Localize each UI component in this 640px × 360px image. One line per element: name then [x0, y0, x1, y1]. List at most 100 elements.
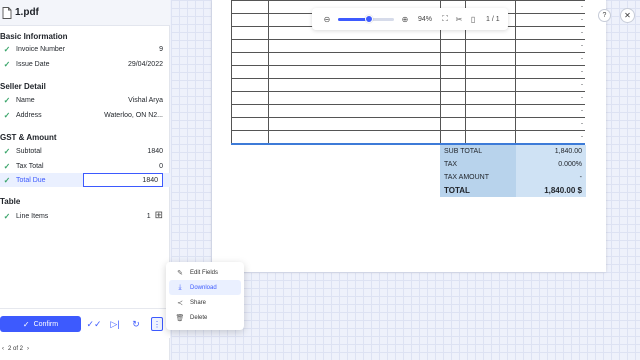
field-label: Line Items: [16, 212, 49, 220]
section-title-gst-amount: GST & Amount: [0, 133, 57, 142]
table-cell: [231, 52, 269, 66]
totals-label: TAX AMOUNT: [440, 171, 516, 184]
row-amount: -: [514, 39, 585, 53]
field-invoice-number[interactable]: ✓ Invoice Number 9: [0, 42, 170, 56]
table-cell: [231, 0, 269, 14]
row-amount: -: [514, 52, 585, 66]
menu-item-edit-fields[interactable]: ✎ Edit Fields: [169, 265, 241, 280]
menu-item-share[interactable]: ≺ Share: [169, 295, 241, 310]
field-name[interactable]: ✓ Name Vishal Arya: [0, 93, 170, 107]
table-cell: [439, 91, 466, 105]
menu-item-label: Download: [190, 284, 217, 291]
row-amount: -: [514, 0, 585, 14]
menu-item-label: Share: [190, 299, 207, 306]
field-value: 1840: [147, 147, 163, 155]
pencil-icon: ✎: [177, 269, 183, 277]
check-all-icon[interactable]: ✓✓: [86, 318, 101, 330]
menu-item-delete[interactable]: 🗑 Delete: [169, 310, 241, 325]
download-icon: ⤓: [178, 283, 182, 291]
totals-label: TOTAL: [440, 184, 516, 197]
totals-value: 1,840.00 $: [516, 184, 586, 197]
menu-item-label: Edit Fields: [190, 269, 219, 276]
field-subtotal[interactable]: ✓ Subtotal 1840: [0, 144, 170, 158]
field-label: Tax Total: [16, 162, 44, 170]
total-due-input[interactable]: 1840: [83, 173, 163, 187]
field-label: Total Due: [16, 176, 46, 184]
doc-table-row: -: [231, 91, 585, 105]
table-cell: [439, 117, 466, 131]
table-cell: [267, 117, 441, 131]
check-icon: ✓: [3, 161, 11, 171]
field-line-items[interactable]: ✓ Line Items 1 ⊞: [0, 209, 170, 223]
check-icon: ✓: [3, 146, 11, 156]
table-cell: [439, 65, 466, 79]
zoom-in-icon[interactable]: ⊕: [398, 15, 412, 24]
confirm-label: Confirm: [33, 320, 59, 328]
more-options-button[interactable]: ⋮: [151, 317, 163, 331]
totals-value: 1,840.00: [516, 145, 586, 158]
doc-table-row: -: [231, 65, 585, 79]
check-icon: ✓: [3, 44, 11, 54]
file-header: 1.pdf: [0, 0, 170, 26]
doc-table-row: -: [231, 117, 585, 131]
action-bar: ✓ Confirm ✓✓ ▷| ↻ ⋮: [0, 308, 170, 338]
row-amount: -: [514, 26, 585, 40]
zoom-slider[interactable]: [338, 14, 394, 23]
pagination: ‹ 2 of 2 ›: [2, 346, 29, 352]
close-button[interactable]: ✕: [620, 8, 635, 23]
field-value: 29/04/2022: [127, 60, 163, 68]
table-cell: [267, 52, 441, 66]
field-label: Invoice Number: [16, 45, 66, 53]
row-amount: -: [514, 104, 585, 118]
table-cell: [464, 52, 516, 66]
doc-table-row: -: [231, 39, 585, 53]
doc-table-row: -: [231, 78, 585, 92]
table-cell: [439, 78, 466, 92]
zoom-slider-handle[interactable]: [364, 14, 373, 23]
table-cell: [231, 39, 269, 53]
table-cell: [439, 52, 466, 66]
totals-table: SUB TOTAL 1,840.00 TAX 0.000% TAX AMOUNT - TOT…: [440, 145, 586, 197]
row-amount: -: [514, 91, 585, 105]
field-tax-total[interactable]: ✓ Tax Total 0: [0, 159, 170, 173]
table-cell: [267, 130, 441, 145]
more-options-menu: ✎ Edit Fields ⤓ Download ≺ Share 🗑 Delet…: [166, 262, 244, 330]
section-title-seller-detail: Seller Detail: [0, 82, 46, 91]
table-icon[interactable]: ⊞: [155, 211, 163, 221]
field-value: Waterloo, ON N2...: [104, 111, 163, 119]
row-amount: -: [514, 65, 585, 79]
row-amount: -: [514, 13, 585, 27]
help-button[interactable]: ?: [598, 9, 611, 22]
document-icon[interactable]: ▯: [466, 15, 480, 24]
field-address[interactable]: ✓ Address Waterloo, ON N2...: [0, 108, 170, 122]
field-value: Vishal Arya: [128, 96, 163, 104]
table-cell: [231, 65, 269, 79]
skip-next-icon[interactable]: ▷|: [109, 318, 121, 330]
totals-row: TOTAL 1,840.00 $: [440, 184, 586, 197]
totals-row: SUB TOTAL 1,840.00: [440, 145, 586, 158]
check-icon: ✓: [3, 95, 11, 105]
table-cell: [464, 104, 516, 118]
doc-table-row: -: [231, 130, 585, 145]
cut-icon[interactable]: ✂: [452, 15, 466, 24]
chevron-right-icon[interactable]: ›: [27, 346, 29, 352]
table-cell: [231, 91, 269, 105]
confirm-button[interactable]: ✓ Confirm: [0, 316, 81, 332]
section-title-basic-information: Basic Information: [0, 32, 68, 41]
file-name: 1.pdf: [15, 7, 39, 18]
field-value: 0: [159, 162, 163, 170]
row-amount: -: [514, 117, 585, 131]
menu-item-download[interactable]: ⤓ Download: [169, 280, 241, 295]
field-issue-date[interactable]: ✓ Issue Date 29/04/2022: [0, 57, 170, 71]
zoom-out-icon[interactable]: ⊖: [320, 15, 334, 24]
check-icon: ✓: [22, 319, 30, 329]
check-icon: ✓: [3, 110, 11, 120]
chevron-left-icon[interactable]: ‹: [2, 346, 4, 352]
refresh-icon[interactable]: ↻: [130, 318, 142, 330]
field-label: Issue Date: [16, 60, 50, 68]
field-total-due[interactable]: ✓ Total Due 1840: [0, 173, 170, 187]
fit-screen-icon[interactable]: ⛶: [438, 14, 452, 24]
trash-icon: 🗑: [175, 314, 185, 322]
totals-row: TAX AMOUNT -: [440, 171, 586, 184]
extraction-panel: 1.pdf Basic Information ✓ Invoice Number…: [0, 0, 170, 360]
